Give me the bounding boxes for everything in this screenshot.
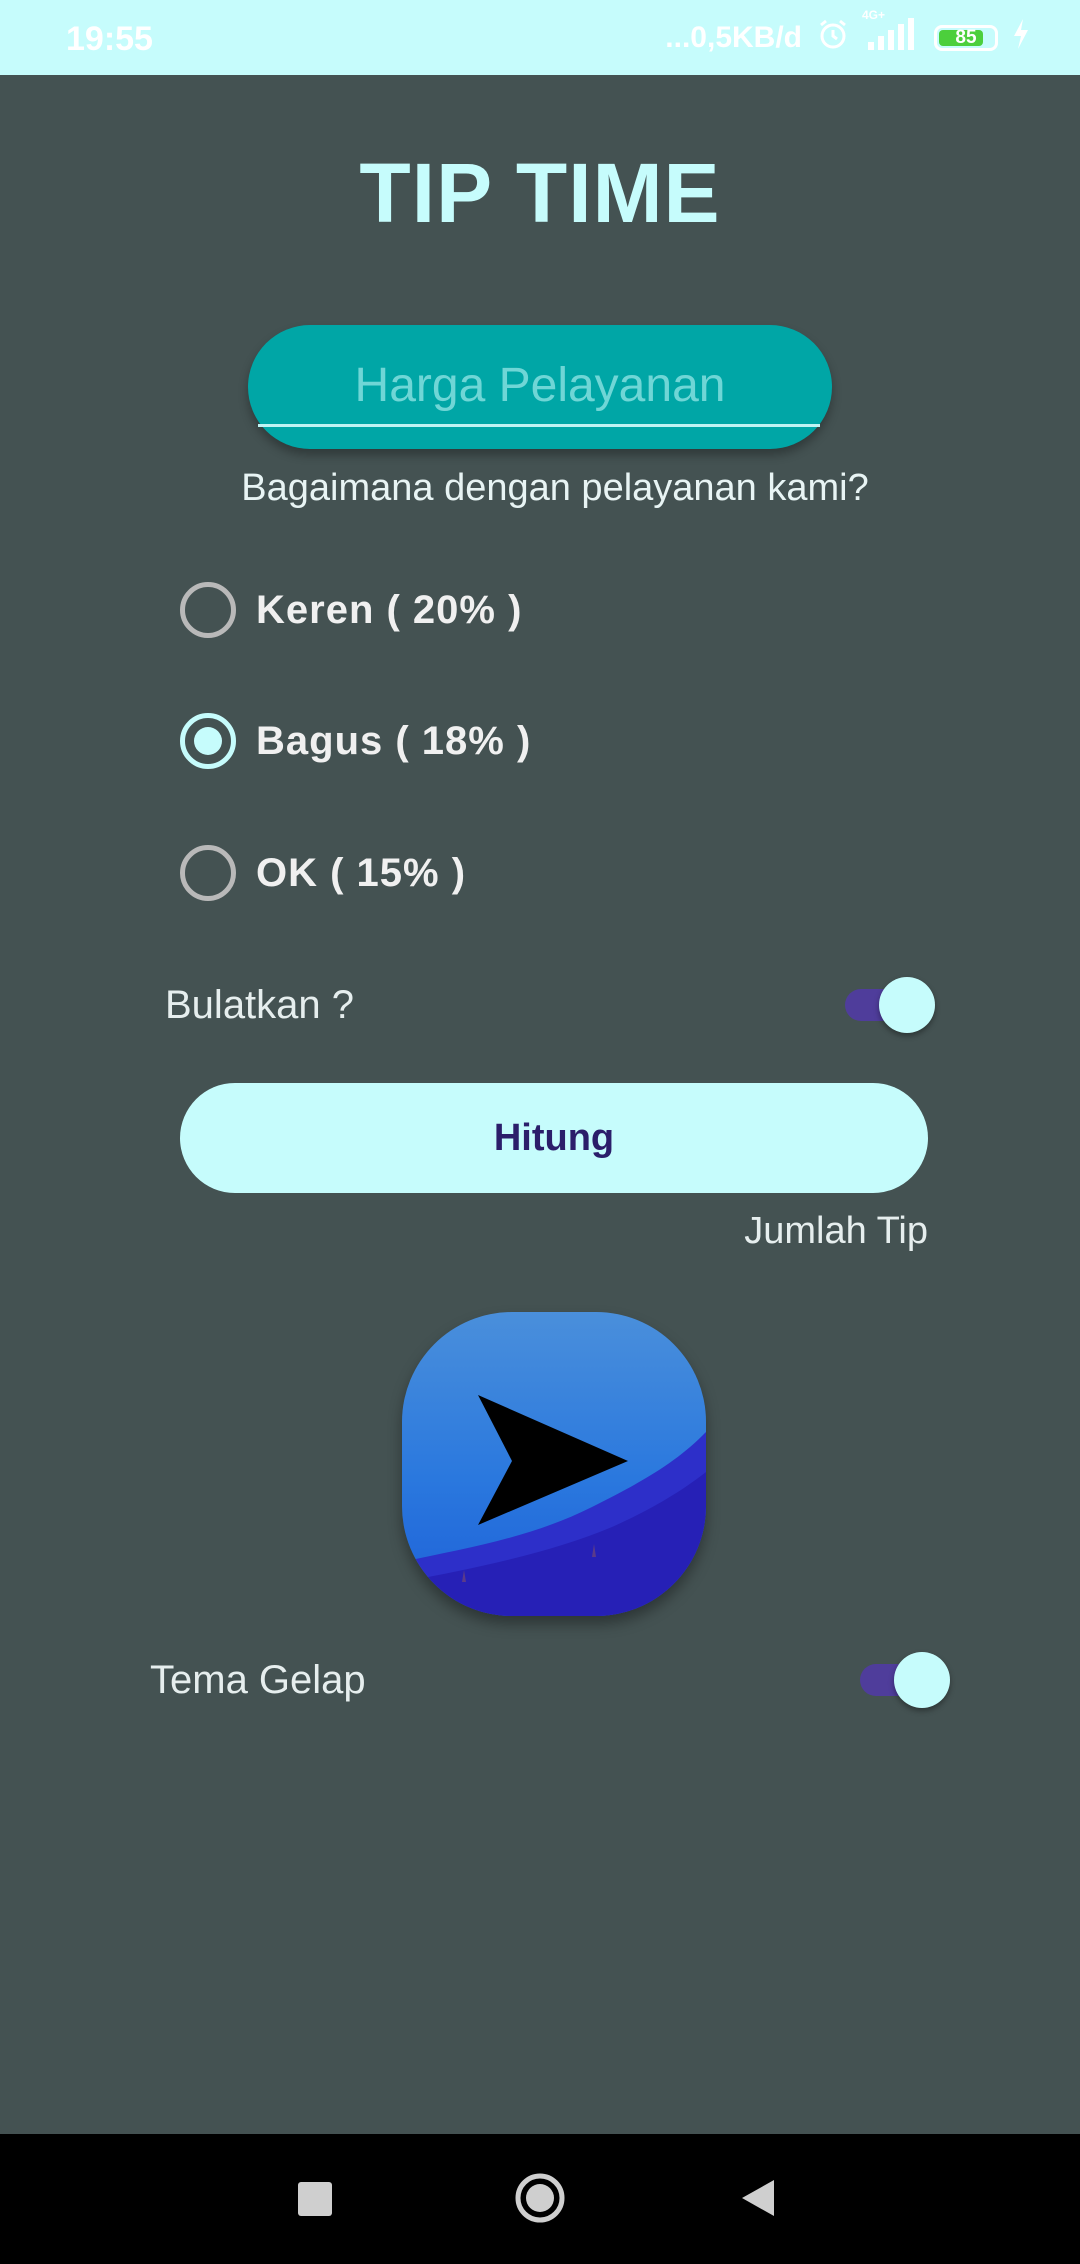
round-up-row: Bulatkan ? <box>165 975 935 1035</box>
dark-theme-label: Tema Gelap <box>150 1657 366 1702</box>
option-label: Keren ( 20% ) <box>256 587 523 632</box>
service-question: Bagaimana dengan pelayanan kami? <box>241 467 869 509</box>
radio-button-amazing[interactable] <box>180 582 236 638</box>
option-label: Bagus ( 18% ) <box>256 718 532 763</box>
round-up-switch[interactable] <box>845 975 935 1035</box>
round-up-label: Bulatkan ? <box>165 982 355 1027</box>
battery-icon: 85 <box>934 25 998 51</box>
radio-button-good[interactable] <box>180 713 236 769</box>
system-nav-bar <box>0 2134 1080 2264</box>
alarm-icon <box>816 17 850 59</box>
status-icons: ...0,5KB/d 4G+ 85 <box>665 8 1030 59</box>
square-icon[interactable] <box>298 2182 332 2221</box>
calculate-button[interactable]: Hitung <box>180 1083 928 1193</box>
network-speed: ...0,5KB/d <box>665 21 802 54</box>
option-label: OK ( 15% ) <box>256 850 467 895</box>
radio-button-ok[interactable] <box>180 845 236 901</box>
status-time: 19:55 <box>66 20 153 58</box>
option-ok[interactable]: OK ( 15% ) <box>180 843 466 903</box>
status-bar: 19:55 ...0,5KB/d 4G+ 85 <box>0 0 1080 75</box>
tip-time-screen: TIP TIME Bagaimana dengan pelayanan kami… <box>0 75 1080 2135</box>
signal-icon: 4G+ <box>862 8 920 58</box>
send-arrow-icon <box>402 1312 706 1616</box>
dark-theme-row: Tema Gelap <box>150 1650 950 1710</box>
input-underline <box>258 424 820 427</box>
charging-icon <box>1012 19 1030 57</box>
triangle-back-icon[interactable] <box>740 2178 776 2223</box>
network-type: 4G+ <box>862 8 886 22</box>
option-amazing[interactable]: Keren ( 20% ) <box>180 580 522 640</box>
page-title: TIP TIME <box>359 146 721 240</box>
tip-amount-label: Jumlah Tip <box>744 1210 928 1252</box>
cost-of-service-field[interactable] <box>248 325 832 449</box>
battery-level: 85 <box>955 27 977 48</box>
circle-icon[interactable] <box>514 2172 566 2229</box>
option-good[interactable]: Bagus ( 18% ) <box>180 711 531 771</box>
dark-theme-switch[interactable] <box>860 1650 950 1710</box>
cost-of-service-input[interactable] <box>248 325 832 449</box>
